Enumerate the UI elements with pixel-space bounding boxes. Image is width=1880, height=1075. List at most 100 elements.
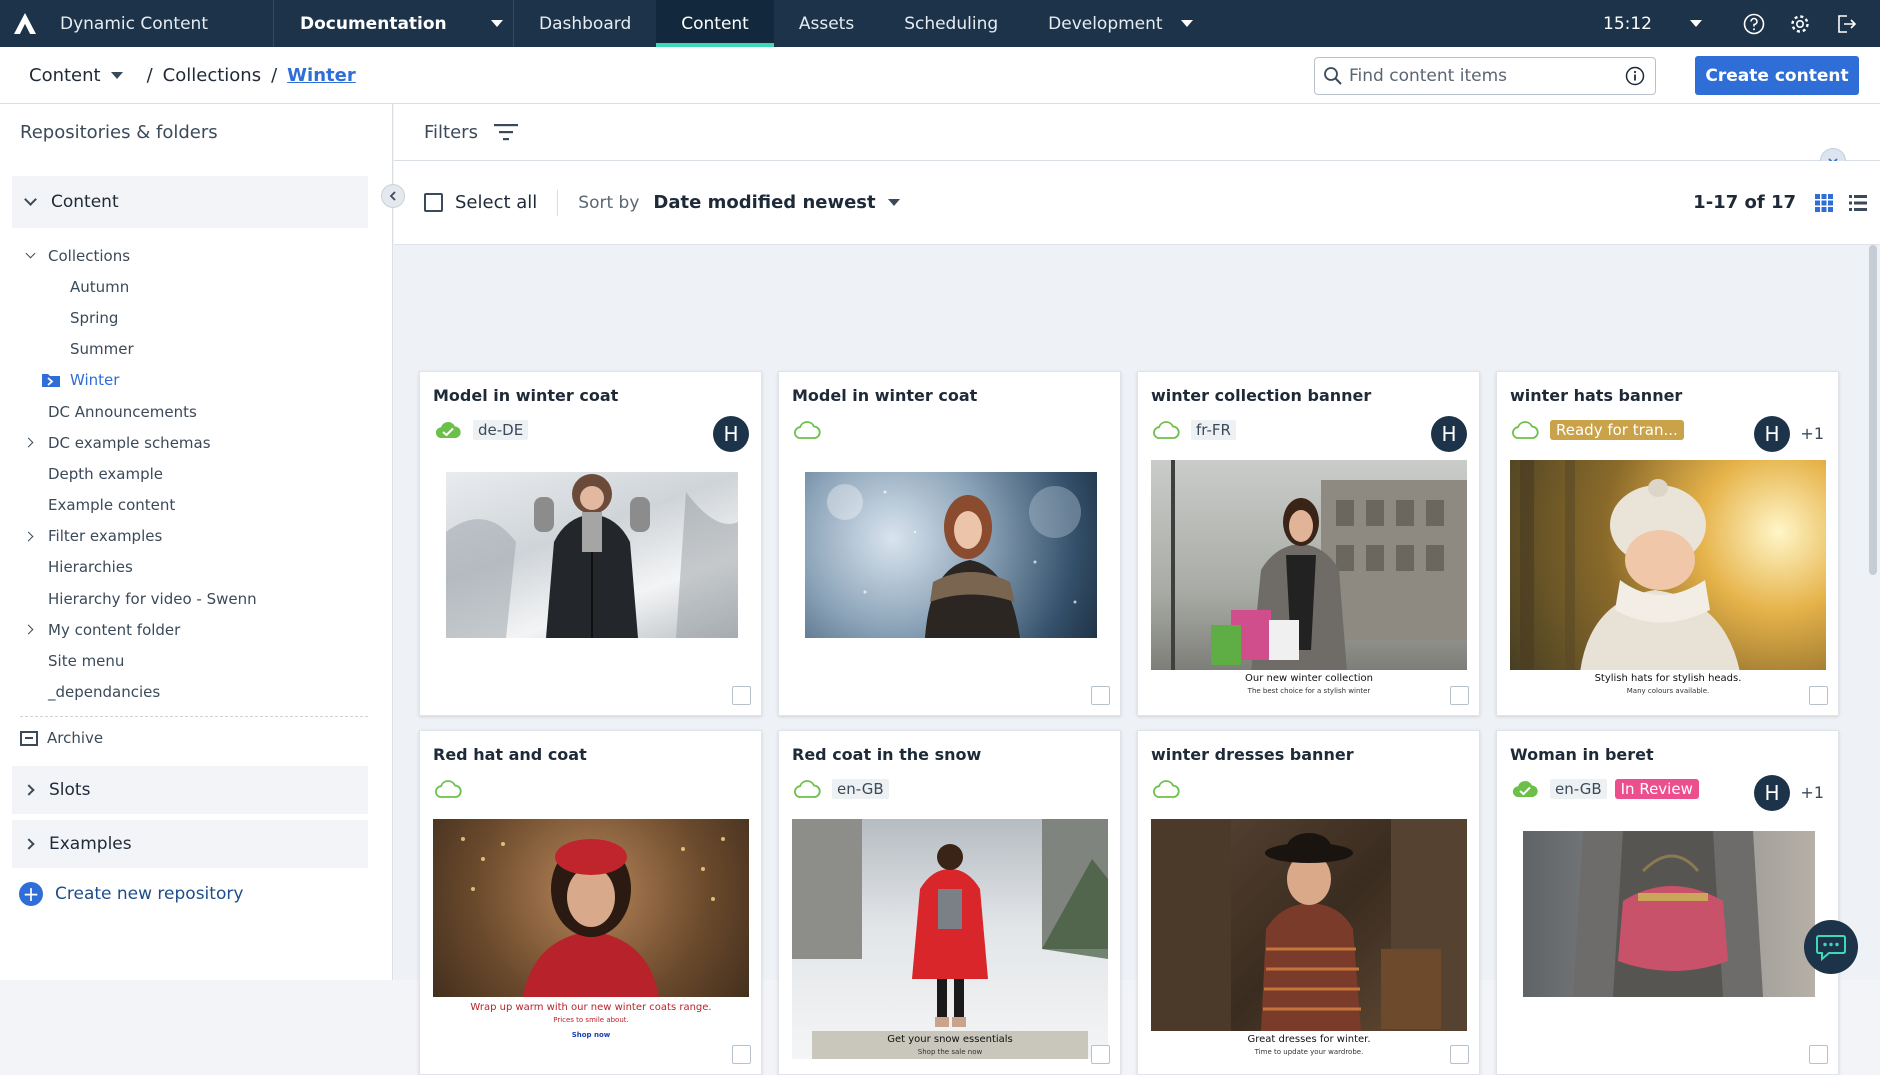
banner-headline: Get your snow essentials	[887, 1034, 1013, 1045]
top-bar-right: 15:12	[1603, 0, 1880, 47]
app-brand[interactable]: Dynamic Content	[0, 0, 274, 47]
nav-dashboard[interactable]: Dashboard	[514, 0, 656, 47]
chevron-down-icon[interactable]	[887, 199, 900, 206]
repo-slots[interactable]: Slots	[12, 765, 368, 814]
chevron-down-icon[interactable]	[1180, 20, 1193, 27]
tree-item-site-menu[interactable]: Site menu	[0, 645, 392, 676]
filters-bar[interactable]: Filters	[394, 104, 1880, 161]
banner-headline: Our new winter collection	[1245, 673, 1373, 684]
content-card[interactable]: Woman in beret en-GB In Review H +1	[1496, 730, 1839, 1075]
card-checkbox[interactable]	[1809, 1045, 1828, 1064]
breadcrumb-separator: /	[271, 64, 278, 86]
tree-item-dc-example-schemas[interactable]: DC example schemas	[0, 427, 392, 458]
card-checkbox[interactable]	[1091, 1045, 1110, 1064]
chevron-right-icon	[23, 838, 35, 850]
chevron-down-icon	[491, 20, 503, 27]
nav-assets[interactable]: Assets	[774, 0, 879, 47]
select-all-label[interactable]: Select all	[455, 192, 537, 213]
card-title: winter collection banner	[1151, 386, 1372, 405]
tree-item-label: Summer	[70, 340, 134, 359]
chat-button[interactable]	[1804, 920, 1858, 974]
tree-item-summer[interactable]: Summer	[0, 334, 392, 365]
content-card[interactable]: Red hat and coat Wrap up warm with our n…	[419, 730, 762, 1075]
top-bar: Dynamic Content Documentation Dashboard …	[0, 0, 1880, 47]
filter-icon[interactable]	[493, 123, 518, 141]
breadcrumb-root[interactable]: Content	[29, 65, 101, 86]
avatar: H	[713, 416, 749, 452]
chevron-right-icon[interactable]	[23, 437, 34, 448]
tree-item-label: Hierarchy for video - Swenn	[48, 589, 257, 608]
tree-item-dc-announcements[interactable]: DC Announcements	[0, 396, 392, 427]
content-grid: Model in winter coat de-DE H Model in wi…	[394, 244, 1880, 1075]
tree-item-winter[interactable]: Winter	[0, 365, 392, 396]
cloud-icon	[1153, 780, 1180, 798]
cloud-published-icon	[435, 422, 461, 438]
banner-subline: Prices to smile about.	[553, 1016, 629, 1024]
cloud-icon	[794, 421, 821, 439]
help-icon[interactable]	[1742, 12, 1766, 36]
content-card[interactable]: Red coat in the snow en-GB Get your snow…	[778, 730, 1121, 1075]
tree-item-example-content[interactable]: Example content	[0, 490, 392, 521]
card-checkbox[interactable]	[1450, 1045, 1469, 1064]
tree-item-depth-example[interactable]: Depth example	[0, 458, 392, 489]
nav-content[interactable]: Content	[656, 0, 774, 47]
tree-item-label: My content folder	[48, 620, 181, 639]
card-meta: en-GB	[792, 775, 1110, 803]
main-area: Filters Select all Sort by Date modified…	[394, 104, 1880, 1075]
avatar: H	[1431, 416, 1467, 452]
nav-development-label: Development	[1048, 13, 1163, 34]
content-scrollbar[interactable]	[1869, 245, 1877, 575]
tree-item-filter-examples[interactable]: Filter examples	[0, 521, 392, 552]
content-card[interactable]: winter dresses banner Great dresses for …	[1137, 730, 1480, 1075]
content-card[interactable]: winter collection banner fr-FR H Our new…	[1137, 371, 1480, 716]
breadcrumb: Content / Collections / Winter	[0, 65, 356, 86]
card-title: Woman in beret	[1510, 745, 1654, 764]
select-all-checkbox[interactable]	[424, 193, 443, 212]
card-checkbox[interactable]	[1450, 686, 1469, 705]
grid-view-icon[interactable]	[1814, 193, 1834, 213]
tree-item-spring[interactable]: Spring	[0, 302, 392, 333]
list-view-icon[interactable]	[1848, 193, 1868, 213]
card-checkbox[interactable]	[1809, 686, 1828, 705]
cloud-icon	[435, 780, 462, 798]
collapse-sidebar-button[interactable]	[381, 184, 405, 208]
breadcrumb-parent[interactable]: Collections	[163, 65, 261, 86]
chevron-down-icon[interactable]	[1690, 20, 1702, 27]
logout-icon[interactable]	[1834, 12, 1858, 36]
create-repository-button[interactable]: + Create new repository	[19, 881, 392, 906]
card-image	[1523, 831, 1815, 997]
tree-item-dependancies[interactable]: _dependancies	[0, 677, 392, 708]
tree-item-hierarchies[interactable]: Hierarchies	[0, 552, 392, 583]
tree-item-hierarchy-video[interactable]: Hierarchy for video - Swenn	[0, 583, 392, 614]
card-image: Our new winter collection The best choice…	[1151, 460, 1467, 700]
chevron-right-icon[interactable]	[23, 624, 34, 635]
tree-item-my-content-folder[interactable]: My content folder	[0, 614, 392, 645]
repo-examples[interactable]: Examples	[12, 819, 368, 868]
banner-subline: Shop the sale now	[917, 1048, 983, 1056]
banner-caption: Stylish hats for stylish heads. Many colo…	[1510, 670, 1826, 700]
card-checkbox[interactable]	[732, 1045, 751, 1064]
card-checkbox[interactable]	[1091, 686, 1110, 705]
search-input[interactable]	[1349, 66, 1609, 86]
info-icon[interactable]	[1625, 66, 1645, 86]
content-card[interactable]: Model in winter coat	[778, 371, 1121, 716]
hub-selector[interactable]: Documentation	[274, 0, 514, 47]
card-checkbox[interactable]	[732, 686, 751, 705]
gear-icon[interactable]	[1788, 12, 1812, 36]
tree-item-collections[interactable]: Collections	[0, 240, 392, 271]
card-meta: fr-FR	[1151, 416, 1469, 444]
nav-scheduling[interactable]: Scheduling	[879, 0, 1023, 47]
chevron-down-icon[interactable]	[25, 248, 36, 259]
breadcrumb-current[interactable]: Winter	[287, 65, 356, 86]
sort-dropdown[interactable]: Date modified newest	[653, 192, 875, 213]
shop-now-link[interactable]: Shop now	[433, 1029, 749, 1042]
repo-content[interactable]: Content	[12, 176, 368, 228]
chevron-down-icon[interactable]	[110, 71, 123, 79]
content-card[interactable]: winter hats banner Ready for tran... H +…	[1496, 371, 1839, 716]
content-card[interactable]: Model in winter coat de-DE H	[419, 371, 762, 716]
archive-link[interactable]: Archive	[20, 715, 368, 760]
create-content-button[interactable]: Create content	[1695, 56, 1859, 95]
tree-item-autumn[interactable]: Autumn	[0, 271, 392, 302]
chevron-right-icon[interactable]	[23, 531, 34, 542]
nav-development[interactable]: Development	[1023, 0, 1217, 47]
